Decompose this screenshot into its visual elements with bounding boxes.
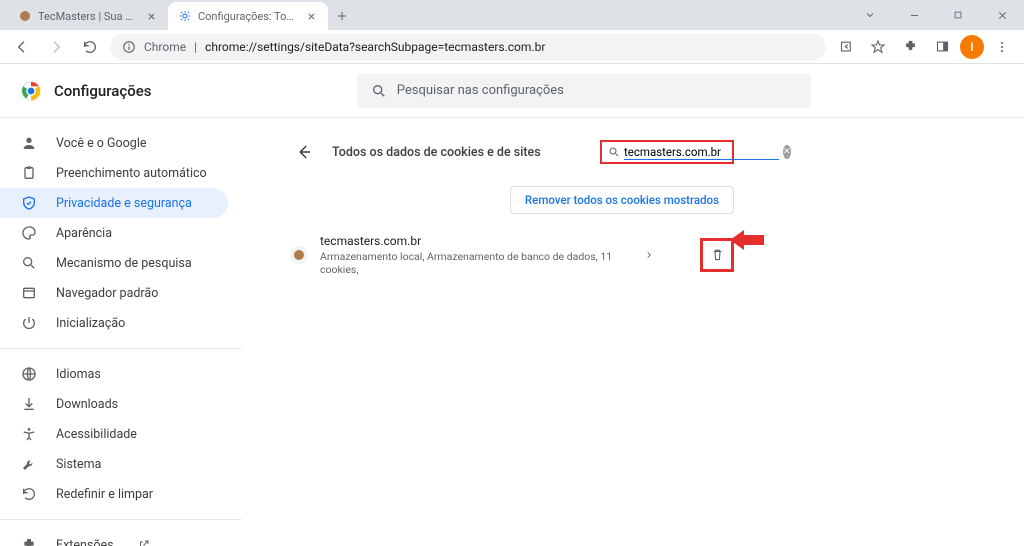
browser-toolbar: Chrome | chrome://settings/siteData?sear… [0,30,1024,64]
bookmark-star-icon[interactable] [864,33,892,61]
site-name: tecmasters.com.br [320,234,628,248]
clear-search-icon[interactable]: ✕ [783,145,791,159]
a11y-icon [20,425,38,443]
close-icon[interactable] [144,9,158,23]
sidebar-item-startup[interactable]: Inicialização [0,308,228,338]
sidebar-separator [0,348,242,349]
maximize-button[interactable] [936,0,980,30]
search-icon [20,254,38,272]
extensions-icon[interactable] [896,33,924,61]
sidebar-item-label: Privacidade e segurança [56,196,192,211]
wrench-icon [20,455,38,473]
sidebar-item-label: Redefinir e limpar [56,487,153,502]
back-button[interactable] [8,33,36,61]
sidebar-item-label: Mecanismo de pesquisa [56,256,192,271]
sidebar-item-label: Acessibilidade [56,427,137,442]
sidebar-item-label: Inicialização [56,316,125,331]
site-data-search-input[interactable] [624,145,779,160]
site-data-card: Todos os dados de cookies e de sites ✕ R… [290,132,734,546]
palette-icon [20,224,38,242]
back-arrow-icon[interactable] [290,138,318,166]
browser-tab[interactable]: TecMasters | Sua dose diária de T [8,2,168,30]
new-tab-button[interactable] [328,2,356,30]
sidebar-item-dl[interactable]: Downloads [0,389,228,419]
sidebar-item-label: Idiomas [56,367,101,382]
sidebar-item-a11y[interactable]: Acessibilidade [0,419,228,449]
site-info-icon[interactable] [122,40,136,54]
shield-icon [20,194,38,212]
settings-search-placeholder: Pesquisar nas configurações [397,83,564,98]
site-detail: Armazenamento local, Armazenamento de ba… [320,250,628,276]
power-icon [20,314,38,332]
delete-highlight [700,238,734,273]
menu-icon[interactable] [988,33,1016,61]
tab-favicon-gear-icon [178,9,192,23]
close-window-button[interactable] [980,0,1024,30]
annotation-arrow-icon [730,230,764,250]
site-data-search[interactable]: ✕ [600,140,734,164]
settings-layout: Você e o Google Preenchimento automático P… [0,118,1024,546]
minimize-button[interactable] [892,0,936,30]
window-controls [848,0,1024,30]
sidebar-item-looks[interactable]: Aparência [0,218,228,248]
sidebar-item-label: Downloads [56,397,118,412]
search-icon [371,83,387,99]
external-link-icon [138,539,150,546]
address-bar[interactable]: Chrome | chrome://settings/siteData?sear… [110,34,826,60]
window-icon [20,284,38,302]
sidebar-item-you[interactable]: Você e o Google [0,128,228,158]
sidebar-item-search[interactable]: Mecanismo de pesquisa [0,248,228,278]
sidebar-item-label: Navegador padrão [56,286,158,301]
sidebar-item-label: Preenchimento automático [56,166,207,181]
reset-icon [20,485,38,503]
chevron-down-icon[interactable] [848,0,892,30]
tab-title: Configurações: Todos os dados d [198,10,298,23]
sidebar-item-system[interactable]: Sistema [0,449,228,479]
sidebar-item-privacy[interactable]: Privacidade e segurança [0,188,228,218]
chevron-right-icon[interactable] [640,250,658,260]
url-prefix: Chrome [144,40,186,54]
url-text: chrome://settings/siteData?searchSubpage… [205,40,545,54]
sidebar-item-label: Sistema [56,457,101,472]
puzzle-icon [20,536,38,546]
browser-tab[interactable]: Configurações: Todos os dados d [168,2,328,30]
sidebar-item-label: Aparência [56,226,112,241]
settings-main: Todos os dados de cookies e de sites ✕ R… [242,118,1024,546]
settings-header: Configurações Pesquisar nas configuraçõe… [0,64,1024,118]
site-row[interactable]: tecmasters.com.br Armazenamento local, A… [290,230,734,280]
settings-search[interactable]: Pesquisar nas configurações [357,74,811,108]
sidebar-item-label: Você e o Google [56,136,147,151]
reload-button[interactable] [76,33,104,61]
close-icon[interactable] [304,9,318,23]
settings-sidebar: Você e o Google Preenchimento automático P… [0,118,242,546]
profile-avatar[interactable]: I [960,35,984,59]
forward-button[interactable] [42,33,70,61]
tab-title: TecMasters | Sua dose diária de T [38,10,138,23]
clipboard-icon [20,164,38,182]
sidebar-item-ext[interactable]: Extensões [0,530,228,546]
sidebar-item-autofill[interactable]: Preenchimento automático [0,158,228,188]
download-icon [20,395,38,413]
share-icon[interactable] [832,33,860,61]
globe-icon [20,365,38,383]
browser-tabs: TecMasters | Sua dose diária de T Config… [0,0,356,30]
chrome-logo-icon [20,80,42,102]
tab-favicon-tecmasters-icon [18,9,32,23]
section-title: Todos os dados de cookies e de sites [332,145,586,160]
sidebar-item-default[interactable]: Navegador padrão [0,278,228,308]
page-title: Configurações [54,82,151,100]
site-favicon-icon [290,246,308,264]
sidebar-item-lang[interactable]: Idiomas [0,359,228,389]
search-icon [608,146,620,158]
sidebar-separator [0,519,242,520]
person-icon [20,134,38,152]
sidebar-item-label: Extensões [56,538,114,546]
remove-all-button[interactable]: Remover todos os cookies mostrados [510,186,734,214]
window-titlebar: TecMasters | Sua dose diária de T Config… [0,0,1024,30]
trash-icon [710,247,725,262]
sidebar-item-reset[interactable]: Redefinir e limpar [0,479,228,509]
side-panel-icon[interactable] [928,33,956,61]
delete-site-button[interactable] [706,244,728,266]
